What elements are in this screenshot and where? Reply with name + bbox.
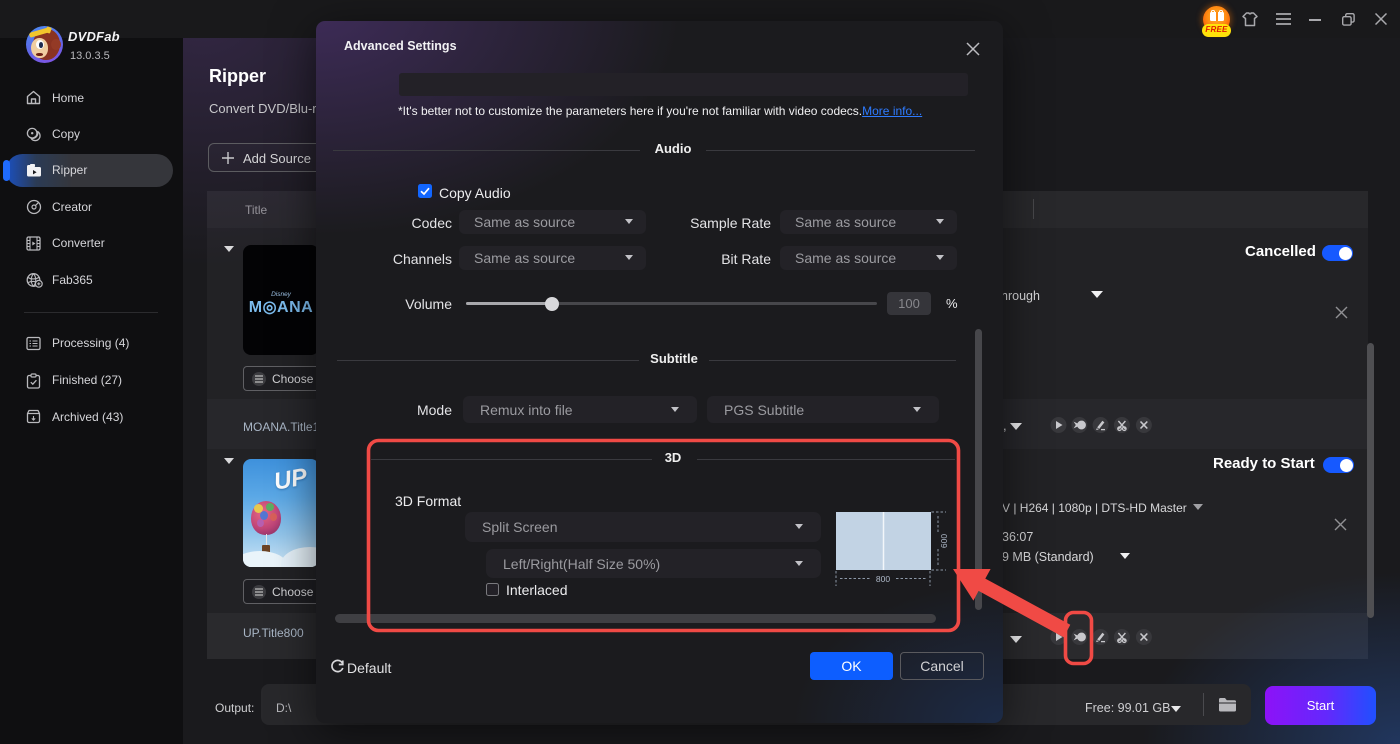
svg-text:800: 800 <box>876 574 890 584</box>
svg-text:600: 600 <box>939 534 949 548</box>
